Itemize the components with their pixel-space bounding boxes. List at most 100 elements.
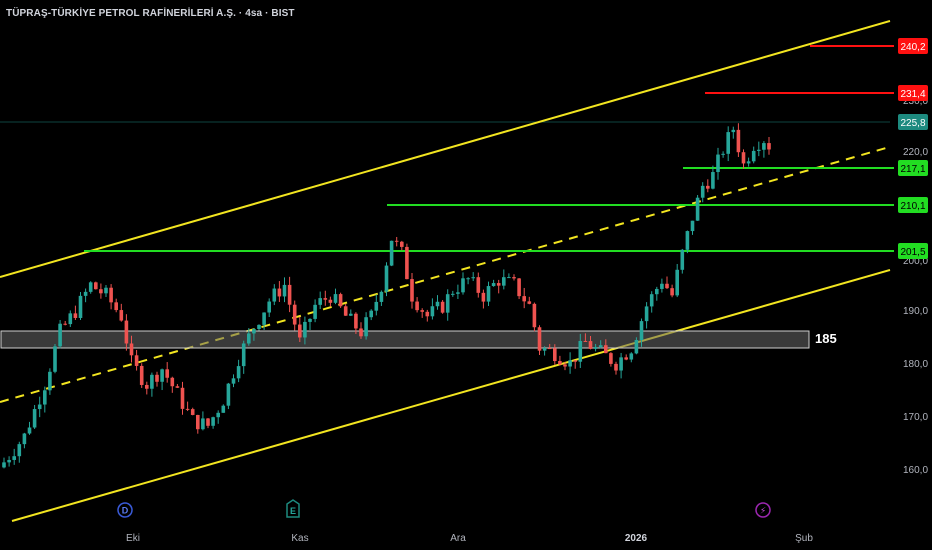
- candle-up: [598, 345, 603, 348]
- candle-down: [706, 185, 710, 189]
- candle-up: [241, 343, 246, 367]
- candle-down: [670, 288, 674, 296]
- candle-up: [471, 277, 475, 279]
- candle-up: [374, 301, 379, 311]
- candle-down: [99, 289, 103, 294]
- candle-up: [639, 321, 644, 341]
- candle-up: [267, 301, 271, 313]
- x-tick-eki: Eki: [126, 533, 140, 544]
- candle-up: [731, 129, 736, 133]
- candle-down: [145, 384, 149, 389]
- candle-up: [379, 291, 384, 302]
- candle-down: [338, 294, 343, 307]
- candle-down: [165, 369, 169, 378]
- candle-down: [139, 365, 144, 385]
- candle-up: [17, 444, 22, 457]
- candle-up: [486, 286, 491, 302]
- candle-up: [695, 197, 700, 221]
- candle-up: [150, 374, 154, 389]
- candle-up: [369, 310, 373, 318]
- candle-down: [614, 363, 618, 371]
- candle-up: [466, 278, 470, 280]
- candle-up: [644, 306, 649, 322]
- candle-up: [746, 161, 751, 164]
- candle-down: [190, 409, 195, 415]
- candle-down: [323, 298, 328, 300]
- candle-down: [425, 311, 430, 317]
- candle-down: [119, 310, 124, 321]
- candle-up: [201, 418, 205, 430]
- candle-up: [685, 231, 690, 250]
- candle-up: [349, 313, 353, 316]
- candle-down: [114, 302, 118, 311]
- candle-up: [7, 459, 11, 463]
- candle-down: [583, 340, 588, 342]
- candle-down: [94, 282, 98, 290]
- news-marker-label: ⚡: [760, 507, 766, 517]
- candle-up: [160, 369, 164, 382]
- candle-down: [343, 306, 348, 316]
- candle-down: [134, 355, 139, 366]
- support-zone-185[interactable]: [0, 330, 810, 349]
- candle-down: [415, 301, 419, 311]
- candle-up: [211, 417, 215, 426]
- candle-down: [527, 301, 532, 304]
- candle-down: [129, 343, 134, 356]
- candle-up: [711, 172, 715, 189]
- candle-up: [83, 291, 88, 296]
- candle-down: [354, 313, 358, 329]
- candle-up: [502, 277, 506, 286]
- candle-down: [124, 320, 129, 344]
- candle-up: [318, 298, 322, 305]
- candle-down: [665, 283, 669, 289]
- candle-down: [558, 361, 562, 365]
- candle-down: [328, 299, 333, 303]
- candle-down: [63, 323, 67, 325]
- candle-up: [435, 301, 440, 307]
- candle-up: [2, 462, 6, 468]
- candle-up: [236, 366, 241, 379]
- candle-up: [12, 456, 16, 460]
- earnings-marker-label: E: [290, 506, 296, 516]
- candle-up: [721, 153, 725, 155]
- price-label-210: 210,1: [900, 201, 925, 212]
- candle-up: [104, 287, 108, 294]
- candle-up: [48, 371, 52, 391]
- candle-up: [751, 150, 756, 162]
- candle-down: [481, 292, 486, 302]
- price-chart[interactable]: 185 230,0 220,0 200,0 190,0 180,0 170,0 …: [0, 0, 932, 550]
- chart-title: TÜPRAŞ-TÜRKİYE PETROL RAFİNERİLERİ A.Ş. …: [6, 8, 295, 19]
- candle-up: [68, 313, 73, 325]
- candle-down: [410, 279, 414, 302]
- x-tick-2026: 2026: [625, 533, 648, 544]
- candle-up: [757, 149, 761, 151]
- y-tick-220: 220,0: [903, 147, 928, 158]
- candle-down: [512, 277, 516, 279]
- candle-up: [308, 318, 312, 322]
- candle-down: [573, 360, 577, 362]
- candle-up: [262, 312, 266, 325]
- candle-down: [175, 386, 180, 388]
- candle-up: [221, 405, 226, 413]
- y-tick-160: 160,0: [903, 465, 928, 476]
- price-label-217: 217,1: [900, 164, 925, 175]
- candle-up: [58, 323, 62, 347]
- candle-up: [272, 288, 277, 302]
- candle-up: [216, 412, 220, 418]
- candle-down: [292, 304, 297, 325]
- candle-down: [405, 246, 409, 280]
- price-label-201: 201,5: [900, 247, 925, 258]
- candle-down: [522, 296, 526, 302]
- candle-up: [445, 294, 450, 313]
- candle-down: [400, 241, 404, 247]
- candle-up: [690, 220, 695, 232]
- candle-down: [624, 357, 628, 360]
- x-tick-sub: Şub: [795, 533, 813, 544]
- candle-down: [496, 283, 501, 286]
- candle-up: [257, 324, 261, 329]
- candle-down: [359, 328, 363, 337]
- candle-up: [619, 357, 623, 371]
- candle-down: [420, 310, 424, 312]
- chart-background: [0, 0, 932, 550]
- candle-down: [563, 364, 567, 367]
